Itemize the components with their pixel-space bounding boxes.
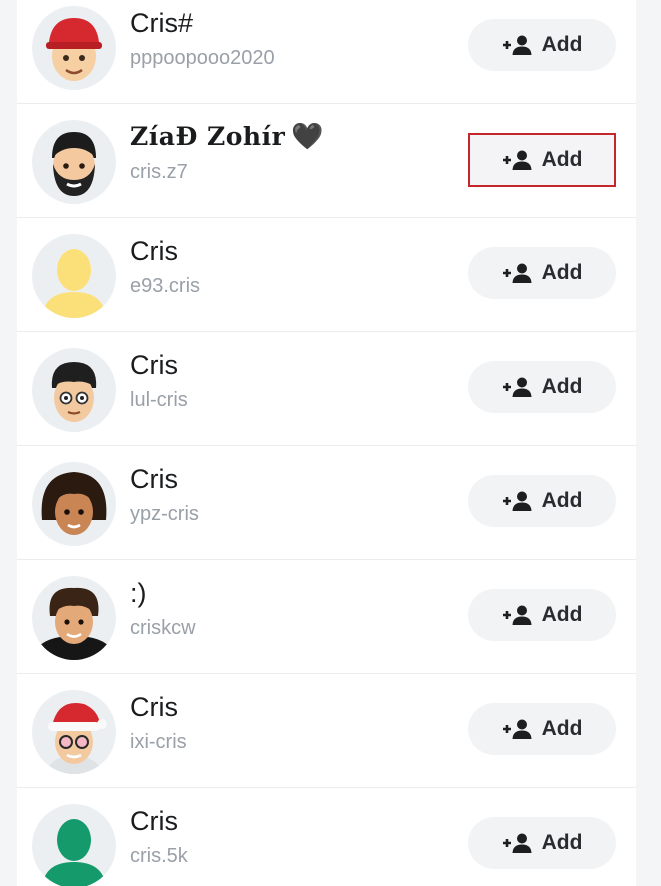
- username: e93.cris: [130, 275, 201, 297]
- result-row[interactable]: Cris cris.5k Add: [17, 788, 636, 886]
- result-row[interactable]: Cris# pppoopooo2020 Add: [17, 0, 636, 104]
- add-friend-button[interactable]: Add: [468, 247, 616, 299]
- display-name: Cris: [130, 692, 178, 722]
- add-friend-button[interactable]: Add: [468, 589, 616, 641]
- display-name: Cris: [130, 236, 178, 266]
- result-row[interactable]: ZíaĐ Zohír 🖤 cris.z7 Add: [17, 104, 636, 218]
- result-row[interactable]: Cris ixi-cris Add: [17, 674, 636, 788]
- add-friend-button[interactable]: Add: [468, 703, 616, 755]
- add-friend-button[interactable]: Add: [468, 19, 616, 71]
- bitmoji-dreadlocks-icon[interactable]: [32, 462, 116, 546]
- add-button-label: Add: [541, 717, 583, 740]
- add-button-label: Add: [541, 603, 583, 626]
- display-name: Cris#: [130, 8, 194, 38]
- add-user-icon: [502, 833, 532, 853]
- result-row[interactable]: Cris ypz-cris Add: [17, 446, 636, 560]
- result-row[interactable]: :) criskcw Add: [17, 560, 636, 674]
- display-name: ZíaĐ Zohír 🖤: [130, 122, 325, 152]
- search-results-list: Cris# pppoopooo2020 Add ZíaĐ Zohír 🖤 cris…: [17, 0, 636, 886]
- display-name: Cris: [130, 350, 178, 380]
- add-user-icon: [502, 150, 532, 170]
- bitmoji-santa-hat-icon[interactable]: [32, 690, 116, 774]
- add-button-label: Add: [541, 489, 583, 512]
- bitmoji-curly-hair-icon[interactable]: [32, 576, 116, 660]
- result-row[interactable]: Cris e93.cris Add: [17, 218, 636, 332]
- bitmoji-beard-icon[interactable]: [32, 120, 116, 204]
- result-row[interactable]: Cris lul-cris Add: [17, 332, 636, 446]
- add-user-icon: [502, 719, 532, 739]
- add-friend-button[interactable]: Add: [468, 475, 616, 527]
- add-user-icon: [502, 605, 532, 625]
- add-user-icon: [502, 263, 532, 283]
- username: pppoopooo2020: [130, 47, 275, 69]
- green-silhouette-icon[interactable]: [32, 804, 116, 886]
- username: ypz-cris: [130, 503, 199, 525]
- username: criskcw: [130, 617, 196, 639]
- add-user-icon: [502, 377, 532, 397]
- add-button-label: Add: [541, 831, 583, 854]
- add-user-icon: [502, 35, 532, 55]
- add-friend-button[interactable]: Add: [468, 361, 616, 413]
- bitmoji-glasses-icon[interactable]: [32, 348, 116, 432]
- add-button-label: Add: [541, 33, 583, 56]
- display-name: Cris: [130, 464, 178, 494]
- display-name: :): [130, 578, 147, 608]
- yellow-silhouette-icon[interactable]: [32, 234, 116, 318]
- add-button-label: Add: [541, 148, 583, 171]
- username: ixi-cris: [130, 731, 187, 753]
- add-button-label: Add: [541, 375, 583, 398]
- add-friend-button[interactable]: Add: [468, 133, 616, 187]
- bitmoji-red-cap-icon[interactable]: [32, 6, 116, 90]
- username: cris.z7: [130, 161, 188, 183]
- username: lul-cris: [130, 389, 188, 411]
- add-button-label: Add: [541, 261, 583, 284]
- display-name: Cris: [130, 806, 178, 836]
- add-friend-button[interactable]: Add: [468, 817, 616, 869]
- black-heart-emoji: 🖤: [291, 122, 325, 152]
- username: cris.5k: [130, 845, 188, 867]
- add-user-icon: [502, 491, 532, 511]
